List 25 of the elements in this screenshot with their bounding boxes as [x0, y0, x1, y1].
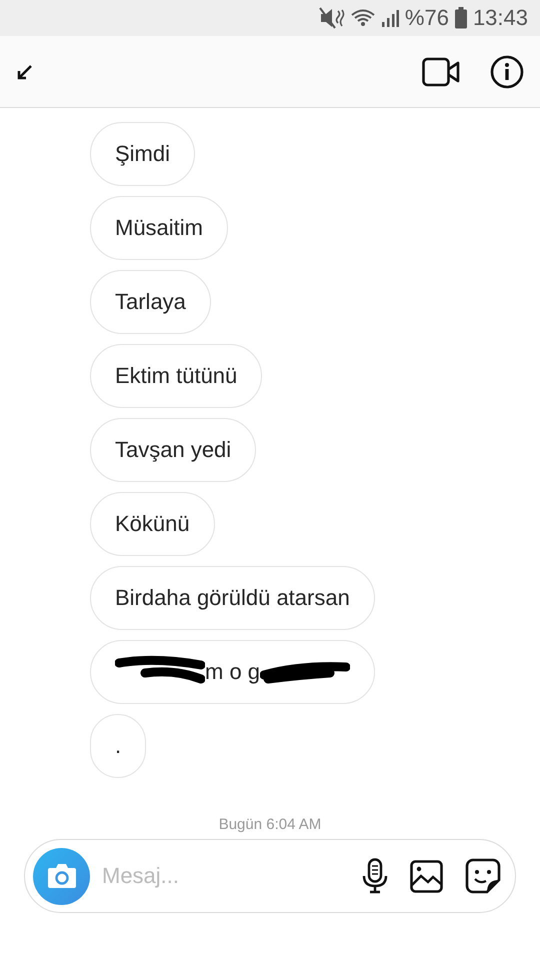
message-bubble: m o g — [90, 640, 376, 704]
wifi-icon — [350, 8, 375, 28]
sticker-icon[interactable] — [465, 858, 501, 894]
message-bubble: . — [90, 714, 146, 778]
microphone-icon[interactable] — [362, 858, 388, 894]
mute-icon — [318, 7, 345, 29]
message-bubble: Kökünü — [90, 492, 215, 556]
signal-icon — [380, 8, 399, 28]
message-bubble: Müsaitim — [90, 196, 228, 260]
clock: 13:43 — [472, 5, 528, 31]
timestamp: Bugün 6:04 AM — [218, 816, 322, 833]
back-arrow-icon[interactable] — [16, 62, 34, 80]
battery-icon — [454, 7, 467, 29]
message-field[interactable]: Mesaj... — [100, 862, 340, 890]
camera-icon — [46, 863, 76, 889]
image-icon[interactable] — [410, 860, 443, 892]
video-camera-icon[interactable] — [422, 56, 460, 86]
battery-percent: %76 — [404, 5, 449, 31]
camera-button[interactable] — [33, 848, 90, 904]
message-bubble: Tarlaya — [90, 270, 211, 334]
message-bubble: Ektim tütünü — [90, 344, 262, 408]
message-bubble: Şimdi — [90, 122, 196, 186]
message-bubble: Tavşan yedi — [90, 418, 256, 482]
message-bubble: Birdaha görüldü atarsan — [90, 566, 375, 630]
info-icon[interactable] — [490, 54, 524, 88]
